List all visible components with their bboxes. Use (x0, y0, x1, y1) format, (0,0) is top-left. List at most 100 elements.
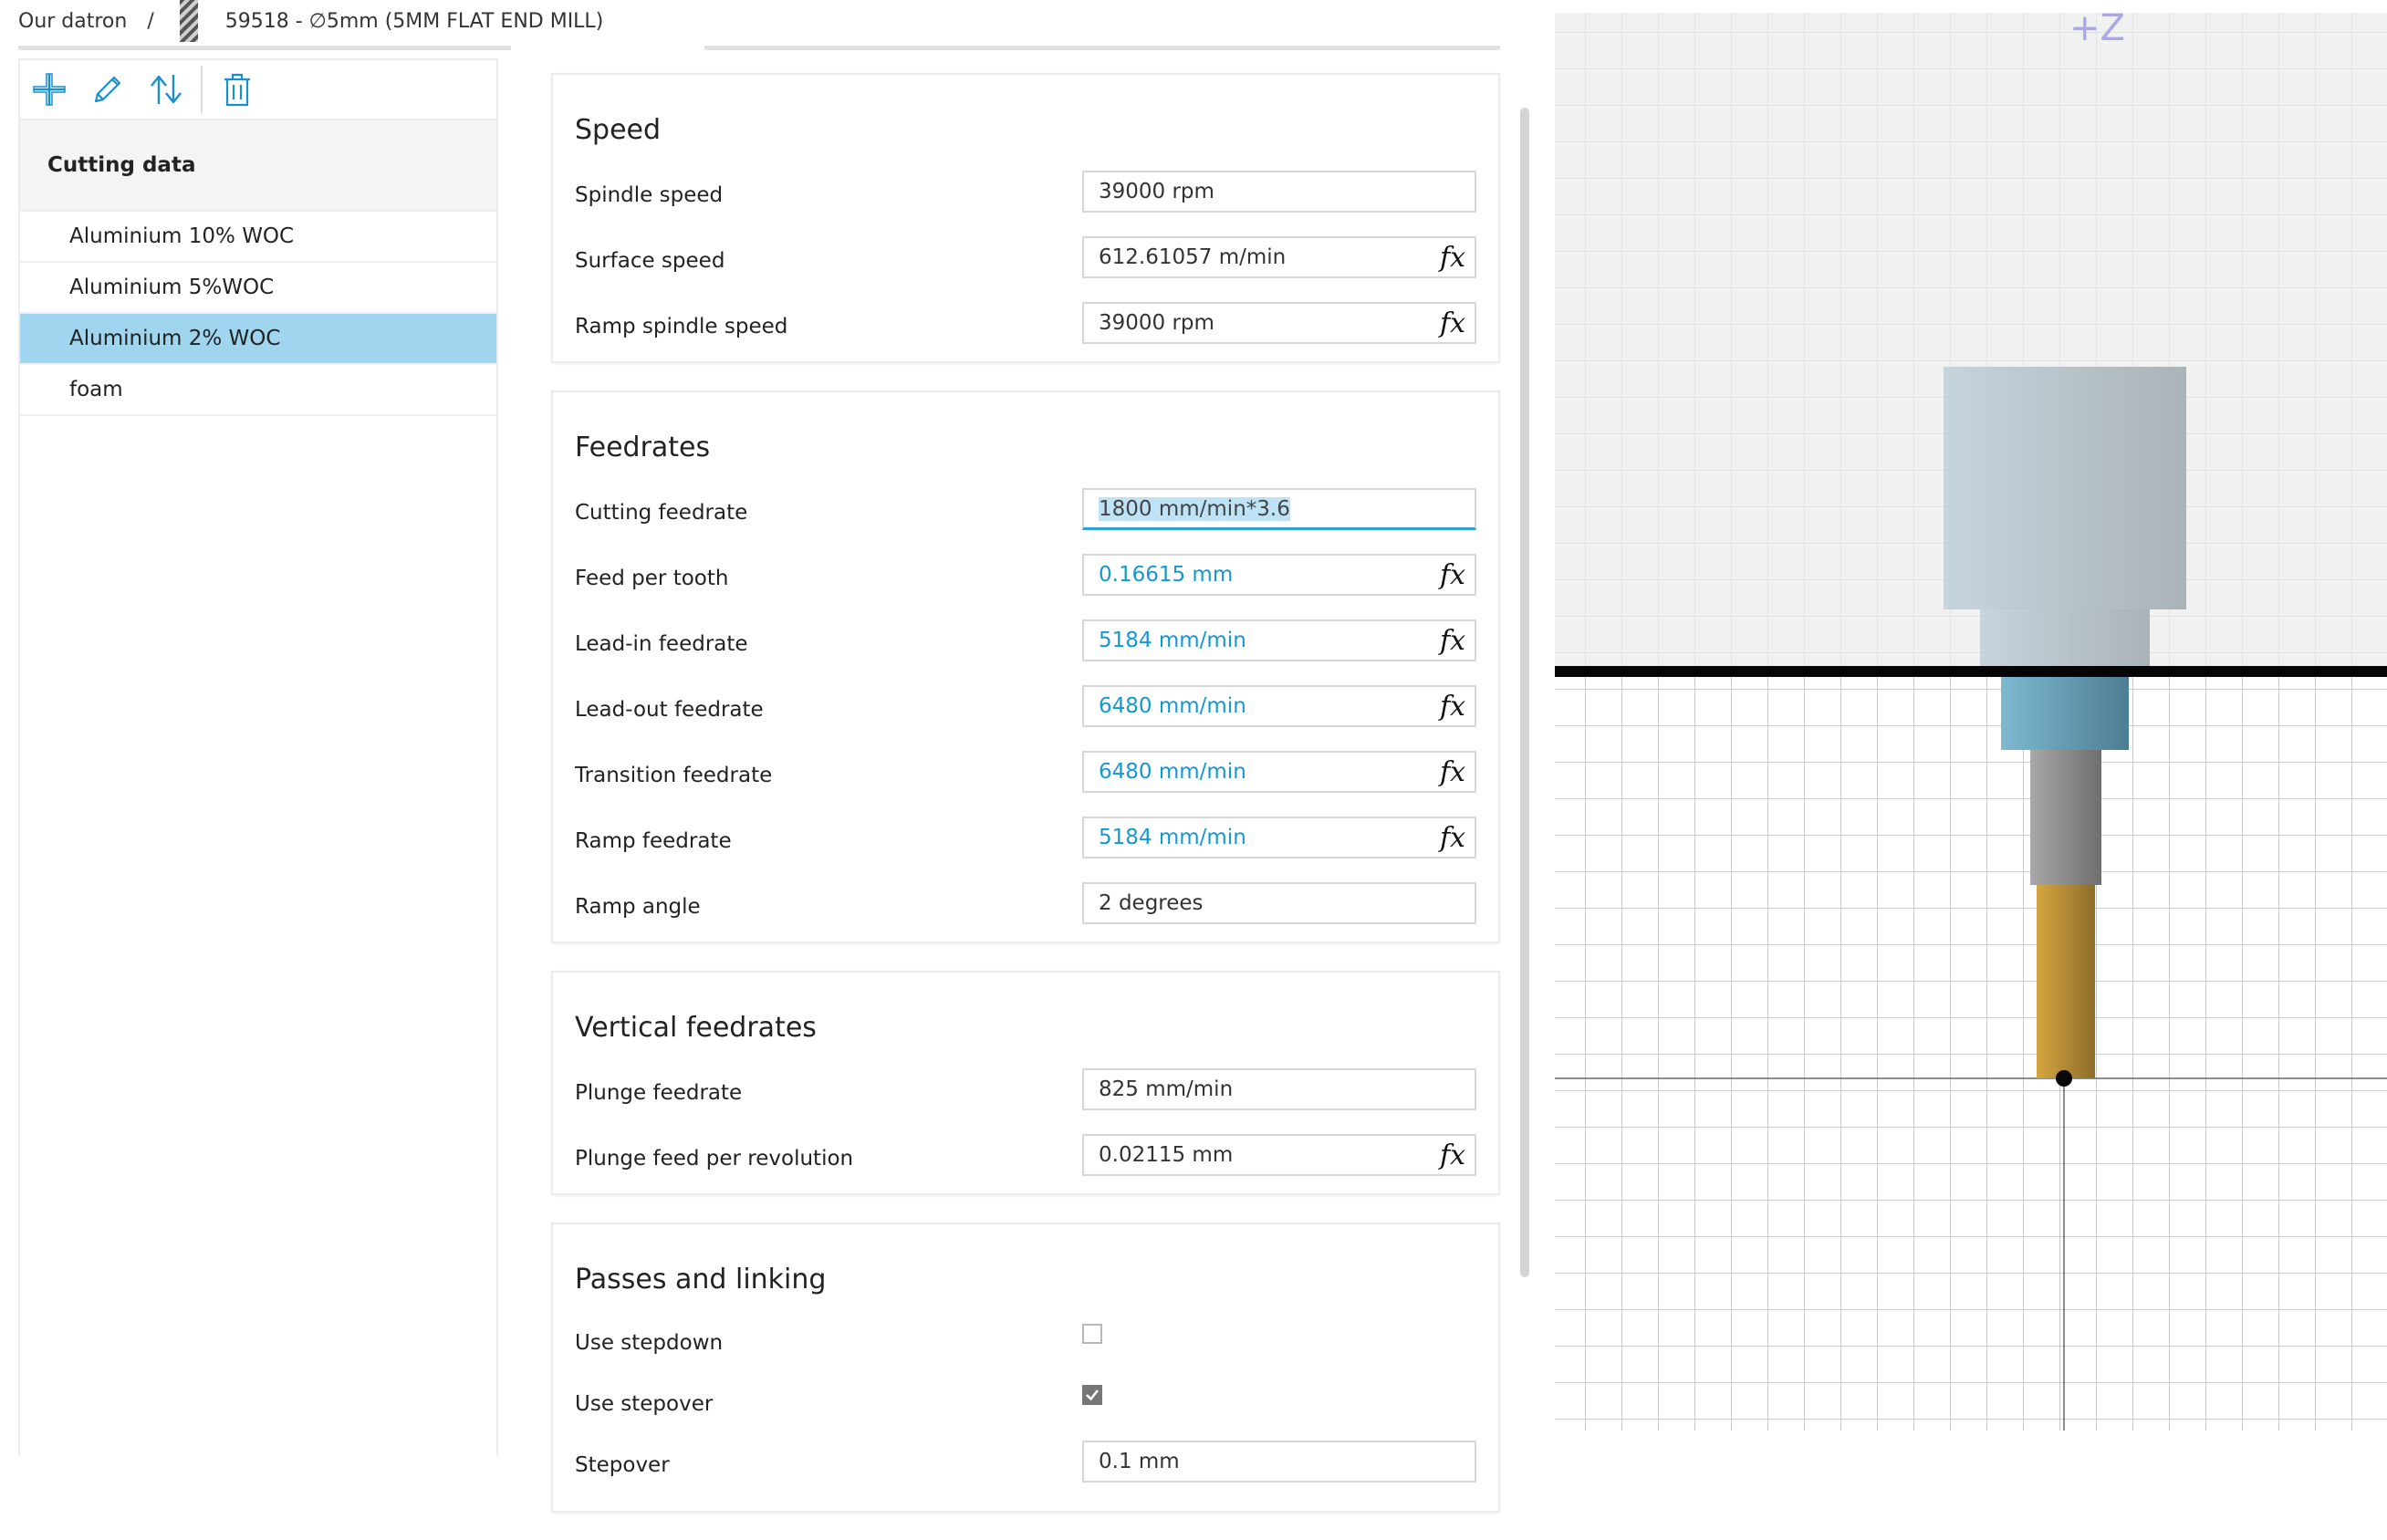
plunge-feed-per-revolution-row: Plunge feed per revolution 0.02115 mm fx (575, 1122, 1476, 1188)
breadcrumb: Our datron / 59518 - ∅5mm (5MM FLAT END … (18, 0, 603, 42)
feed-per-tooth-value: 0.16615 mm (1099, 563, 1234, 587)
feedrates-card: Feedrates Cutting feedrate 1800 mm/min*3… (551, 390, 1500, 943)
plus-icon (33, 73, 66, 106)
cutting-parameters-form: Speed Spindle speed 39000 rpm Surface sp… (551, 73, 1500, 1540)
stock-top-line (1555, 666, 2387, 677)
toolbar-separator (201, 66, 203, 113)
plunge-feedrate-row: Plunge feedrate 825 mm/min (575, 1056, 1476, 1122)
formula-icon[interactable]: fx (1431, 691, 1475, 723)
formula-icon[interactable]: fx (1431, 307, 1475, 339)
speed-card: Speed Spindle speed 39000 rpm Surface sp… (551, 73, 1500, 363)
surface-speed-row: Surface speed 612.61057 m/min fx (575, 224, 1476, 290)
list-item-label: foam (69, 378, 123, 401)
feed-per-tooth-input[interactable]: 0.16615 mm fx (1082, 554, 1476, 596)
formula-icon[interactable]: fx (1431, 625, 1475, 657)
lead-in-feedrate-value: 5184 mm/min (1099, 629, 1246, 652)
plunge-feed-per-revolution-value: 0.02115 mm (1099, 1143, 1234, 1167)
list-item-label: Aluminium 10% WOC (69, 224, 295, 248)
ramp-angle-label: Ramp angle (575, 895, 701, 919)
formula-icon[interactable]: fx (1431, 822, 1475, 854)
spindle-speed-input[interactable]: 39000 rpm (1082, 171, 1476, 213)
viewport-canvas (1555, 13, 2387, 1431)
ramp-angle-row: Ramp angle 2 degrees (575, 870, 1476, 936)
form-scrollbar[interactable] (1520, 108, 1529, 1277)
lead-in-feedrate-input[interactable]: 5184 mm/min fx (1082, 619, 1476, 661)
transition-feedrate-input[interactable]: 6480 mm/min fx (1082, 751, 1476, 793)
feed-per-tooth-label: Feed per tooth (575, 567, 729, 590)
transition-feedrate-row: Transition feedrate 6480 mm/min fx (575, 739, 1476, 805)
spindle-speed-label: Spindle speed (575, 183, 724, 207)
ramp-spindle-speed-input[interactable]: 39000 rpm fx (1082, 302, 1476, 344)
use-stepover-checkbox[interactable] (1082, 1385, 1102, 1405)
spindle-speed-row: Spindle speed 39000 rpm (575, 159, 1476, 224)
passes-and-linking-title: Passes and linking (575, 1264, 827, 1295)
cutting-data-header: Cutting data (20, 120, 496, 212)
lead-in-feedrate-row: Lead-in feedrate 5184 mm/min fx (575, 608, 1476, 673)
use-stepdown-row: Use stepdown (575, 1308, 1476, 1370)
list-item-aluminium-2-woc[interactable]: Aluminium 2% WOC (20, 314, 496, 365)
stepover-row: Stepover 0.1 mm (575, 1431, 1476, 1493)
ramp-angle-input[interactable]: 2 degrees (1082, 882, 1476, 924)
cutting-feedrate-value-wrap: 1800 mm/min*3.6 (1084, 496, 1475, 521)
vertical-feedrates-title: Vertical feedrates (575, 1012, 817, 1044)
sort-presets-button[interactable] (137, 60, 195, 119)
stepover-label: Stepover (575, 1453, 670, 1477)
use-stepover-row: Use stepover (575, 1370, 1476, 1431)
tool-thumbnail-icon (179, 0, 198, 42)
stepover-input[interactable]: 0.1 mm (1082, 1441, 1476, 1483)
list-item-aluminium-10-woc[interactable]: Aluminium 10% WOC (20, 212, 496, 263)
surface-speed-label: Surface speed (575, 249, 725, 273)
tool-holder-body (1944, 367, 2186, 609)
add-preset-button[interactable] (20, 60, 78, 119)
use-stepdown-label: Use stepdown (575, 1331, 724, 1355)
list-item-label: Aluminium 5%WOC (69, 276, 275, 299)
tool-tip-marker (2056, 1070, 2072, 1087)
formula-icon[interactable]: fx (1431, 756, 1475, 788)
lead-out-feedrate-input[interactable]: 6480 mm/min fx (1082, 685, 1476, 727)
tool-holder-collar (2001, 673, 2129, 750)
ramp-feedrate-label: Ramp feedrate (575, 829, 732, 853)
ramp-feedrate-input[interactable]: 5184 mm/min fx (1082, 817, 1476, 858)
formula-icon[interactable]: fx (1431, 559, 1475, 591)
edit-preset-button[interactable] (78, 60, 137, 119)
tool-flute (2037, 885, 2095, 1078)
transition-feedrate-label: Transition feedrate (575, 764, 773, 787)
ramp-feedrate-row: Ramp feedrate 5184 mm/min fx (575, 805, 1476, 870)
cutting-feedrate-input[interactable]: 1800 mm/min*3.6 (1082, 488, 1476, 530)
delete-preset-button[interactable] (208, 60, 266, 119)
tool-shank (2030, 750, 2101, 885)
plunge-feedrate-value: 825 mm/min (1099, 1077, 1234, 1101)
plunge-feed-per-revolution-input[interactable]: 0.02115 mm fx (1082, 1134, 1476, 1176)
cutting-feedrate-value: 1800 mm/min*3.6 (1099, 496, 1290, 521)
ramp-feedrate-value: 5184 mm/min (1099, 826, 1246, 849)
plunge-feedrate-label: Plunge feedrate (575, 1081, 743, 1105)
plunge-feedrate-input[interactable]: 825 mm/min (1082, 1068, 1476, 1110)
ramp-spindle-speed-row: Ramp spindle speed 39000 rpm fx (575, 290, 1476, 356)
passes-and-linking-card: Passes and linking Use stepdown Use step… (551, 1223, 1500, 1513)
list-item-foam[interactable]: foam (20, 365, 496, 416)
surface-speed-input[interactable]: 612.61057 m/min fx (1082, 236, 1476, 278)
header-divider-right (704, 46, 1500, 50)
list-item-label: Aluminium 2% WOC (69, 327, 281, 350)
speed-title: Speed (575, 114, 662, 146)
stepover-value: 0.1 mm (1099, 1450, 1180, 1473)
ramp-angle-value: 2 degrees (1099, 891, 1204, 915)
lead-in-feedrate-label: Lead-in feedrate (575, 632, 748, 656)
formula-icon[interactable]: fx (1431, 1139, 1475, 1171)
tool-holder-neck (1980, 609, 2150, 673)
cutting-data-panel: Cutting data Aluminium 10% WOC Aluminium… (18, 58, 498, 1456)
tool-preview-viewport[interactable] (1555, 13, 2387, 1431)
formula-icon[interactable]: fx (1431, 242, 1475, 274)
breadcrumb-root[interactable]: Our datron (18, 10, 127, 33)
sort-icon (151, 75, 182, 104)
cutting-feedrate-row: Cutting feedrate 1800 mm/min*3.6 (575, 476, 1476, 542)
list-item-aluminium-5-woc[interactable]: Aluminium 5%WOC (20, 263, 496, 314)
feedrates-title: Feedrates (575, 432, 711, 463)
preset-toolbar (20, 60, 496, 120)
transition-feedrate-value: 6480 mm/min (1099, 760, 1246, 784)
header-divider-left (18, 46, 511, 50)
lead-out-feedrate-row: Lead-out feedrate 6480 mm/min fx (575, 673, 1476, 739)
view-cube-z-label[interactable]: +Z (2069, 7, 2125, 49)
trash-icon (224, 73, 250, 107)
use-stepdown-checkbox[interactable] (1082, 1324, 1102, 1344)
